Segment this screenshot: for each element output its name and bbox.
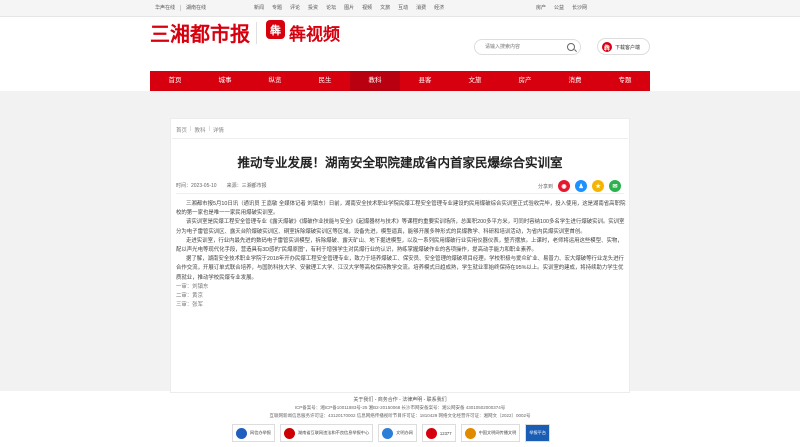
breadcrumb-home[interactable]: 首页 — [176, 126, 187, 134]
editor-line: 一审：刘镇东 — [176, 283, 209, 290]
article-paragraph: 走进实训室，行业内最先进的数码电子雷管实训模型，拆除爆破、露天矿山、地下掘进模型… — [176, 237, 623, 254]
footer-badge[interactable]: 文明办网 — [378, 424, 417, 442]
hotline-icon — [425, 427, 437, 439]
topbar-link[interactable]: 华声在线 — [150, 5, 182, 11]
topbar-link[interactable]: 评论 — [286, 5, 304, 11]
nav-item-culture[interactable]: 文旅 — [450, 71, 500, 91]
nav-item-livelihood[interactable]: 民生 — [300, 71, 350, 91]
topbar-link[interactable]: 视频 — [358, 5, 376, 11]
nav-item-consumer[interactable]: 消费 — [550, 71, 600, 91]
topbar-link[interactable]: 文旅 — [376, 5, 394, 11]
footer-license: ICP备案号：湘ICP备10011883号-25 湘B2-20150068 长沙… — [294, 405, 506, 410]
footer-badge[interactable]: 湖南省互联网违法和不良信息举报中心 — [279, 424, 374, 442]
topbar-link[interactable]: 新闻 — [250, 5, 268, 11]
search-box — [474, 39, 581, 55]
site-header — [0, 17, 800, 69]
article-paragraph: 据了解，湖南安全技术职业学院于2018年开办民爆工程安全管理专业，致力于培养爆破… — [176, 256, 624, 281]
topbar-link[interactable]: 图片 — [340, 5, 358, 11]
topbar-right-links: 房产 公益 长沙网 — [532, 5, 591, 11]
wechat-icon[interactable]: ✉ — [609, 180, 622, 192]
download-app-label: 下载客户端 — [615, 45, 641, 51]
download-app-button[interactable]: 犇 下载客户端 — [597, 38, 650, 55]
topbar-left-links: 华声在线 湖南在线 — [150, 5, 211, 11]
video-logo-text[interactable]: 犇视频 — [289, 20, 340, 45]
share-bar: 分享到 ◉ ♟ ★ ✉ — [538, 180, 622, 192]
police-badge-icon — [236, 427, 247, 439]
breadcrumb-separator: | — [208, 126, 210, 132]
nav-item-county[interactable]: 县客 — [400, 71, 450, 91]
topbar-link[interactable]: 公益 — [550, 5, 568, 11]
logo-divider — [256, 22, 257, 44]
report-platform-badge[interactable]: 举报平台 — [525, 424, 551, 442]
article-time: 时间：2023-05-10 — [176, 183, 217, 189]
breadcrumb-separator: | — [190, 126, 192, 132]
editor-line: 三审：张军 — [176, 302, 203, 309]
footer-badges: 网信办举报 湖南省互联网违法和不良信息举报中心 文明办网 12377 中国文明网… — [232, 424, 572, 447]
report-center-icon — [283, 427, 295, 439]
footer-license: 互联网新闻信息服务许可证：43120170002 信息网络传播视听节目许可证：1… — [269, 413, 531, 418]
topbar-link[interactable]: 消费 — [412, 5, 430, 11]
search-icon[interactable] — [567, 43, 575, 51]
nav-item-education[interactable]: 教科 — [350, 71, 400, 91]
qq-icon[interactable]: ♟ — [575, 180, 588, 192]
divider — [172, 138, 628, 139]
breadcrumb-current: 详情 — [212, 128, 224, 134]
topbar-link[interactable]: 房产 — [532, 5, 550, 11]
nav-item-overview[interactable]: 纵览 — [250, 71, 300, 91]
top-utility-bar: 华声在线 湖南在线 新闻 专题 评论 投资 论坛 图片 视频 文旅 互动 消费 … — [0, 0, 800, 17]
main-nav: 首页 城事 纵览 民生 教科 县客 文旅 房产 消费 专题 — [150, 71, 650, 91]
article-body: 三湘都市报5月10日讯（通讯员 王嘉敏 全媒体记者 刘镇东）日前，湖南安全技术职… — [176, 200, 628, 310]
search-input[interactable] — [485, 42, 565, 52]
divider — [176, 193, 624, 194]
share-label: 分享到 — [538, 183, 554, 190]
topbar-link[interactable]: 湖南在线 — [181, 5, 211, 11]
editor-line: 二审：黄京 — [176, 293, 203, 300]
topbar-link[interactable]: 长沙网 — [568, 5, 591, 11]
civilization-icon — [464, 427, 476, 439]
article-title: 推动专业发展！湖南安全职院建成省内首家民爆综合实训室 — [237, 156, 563, 170]
article-meta: 时间：2023-05-10 来源：三湘都市报 — [176, 182, 267, 189]
topbar-link[interactable]: 投资 — [304, 5, 322, 11]
footer-links[interactable]: 关于我们 - 商务合作 - 法律声明 - 联系我们 — [0, 396, 800, 403]
topbar-link[interactable]: 论坛 — [322, 5, 340, 11]
qzone-icon[interactable]: ★ — [592, 180, 605, 192]
site-logo[interactable]: 三湘都市报 — [150, 18, 250, 47]
app-logo-icon: 犇 — [602, 42, 612, 52]
nav-item-home[interactable]: 首页 — [150, 71, 200, 91]
nav-item-property[interactable]: 房产 — [500, 71, 550, 91]
nav-item-topics[interactable]: 专题 — [600, 71, 650, 91]
article-paragraph: 三湘都市报5月10日讯（通讯员 王嘉敏 全媒体记者 刘镇东）日前，湖南安全技术职… — [176, 201, 626, 217]
article-paragraph: 该实训室是民爆工程安全管理专业《露天爆破》《爆破作业技能与安全》《起爆器材与技术… — [176, 219, 625, 235]
breadcrumb: 首页 | 教科 | 详情 — [176, 126, 224, 134]
article-source: 来源：三湘都市报 — [226, 183, 267, 189]
nav-item-city[interactable]: 城事 — [200, 71, 250, 91]
topbar-link[interactable]: 互动 — [394, 5, 412, 11]
civil-net-icon — [382, 427, 394, 439]
topbar-link[interactable]: 专题 — [268, 5, 286, 11]
footer-badge[interactable]: 网信办举报 — [232, 424, 275, 442]
topbar-link[interactable]: 经济 — [430, 5, 448, 11]
video-logo-icon[interactable]: 犇 — [266, 20, 285, 39]
topbar-channel-links: 新闻 专题 评论 投资 论坛 图片 视频 文旅 互动 消费 经济 — [250, 5, 448, 11]
footer-badge[interactable]: 12377 — [421, 424, 456, 442]
weibo-icon[interactable]: ◉ — [558, 180, 571, 192]
breadcrumb-section[interactable]: 教科 — [194, 126, 205, 134]
footer-badge[interactable]: 中国文明网传播文明 — [460, 424, 521, 442]
